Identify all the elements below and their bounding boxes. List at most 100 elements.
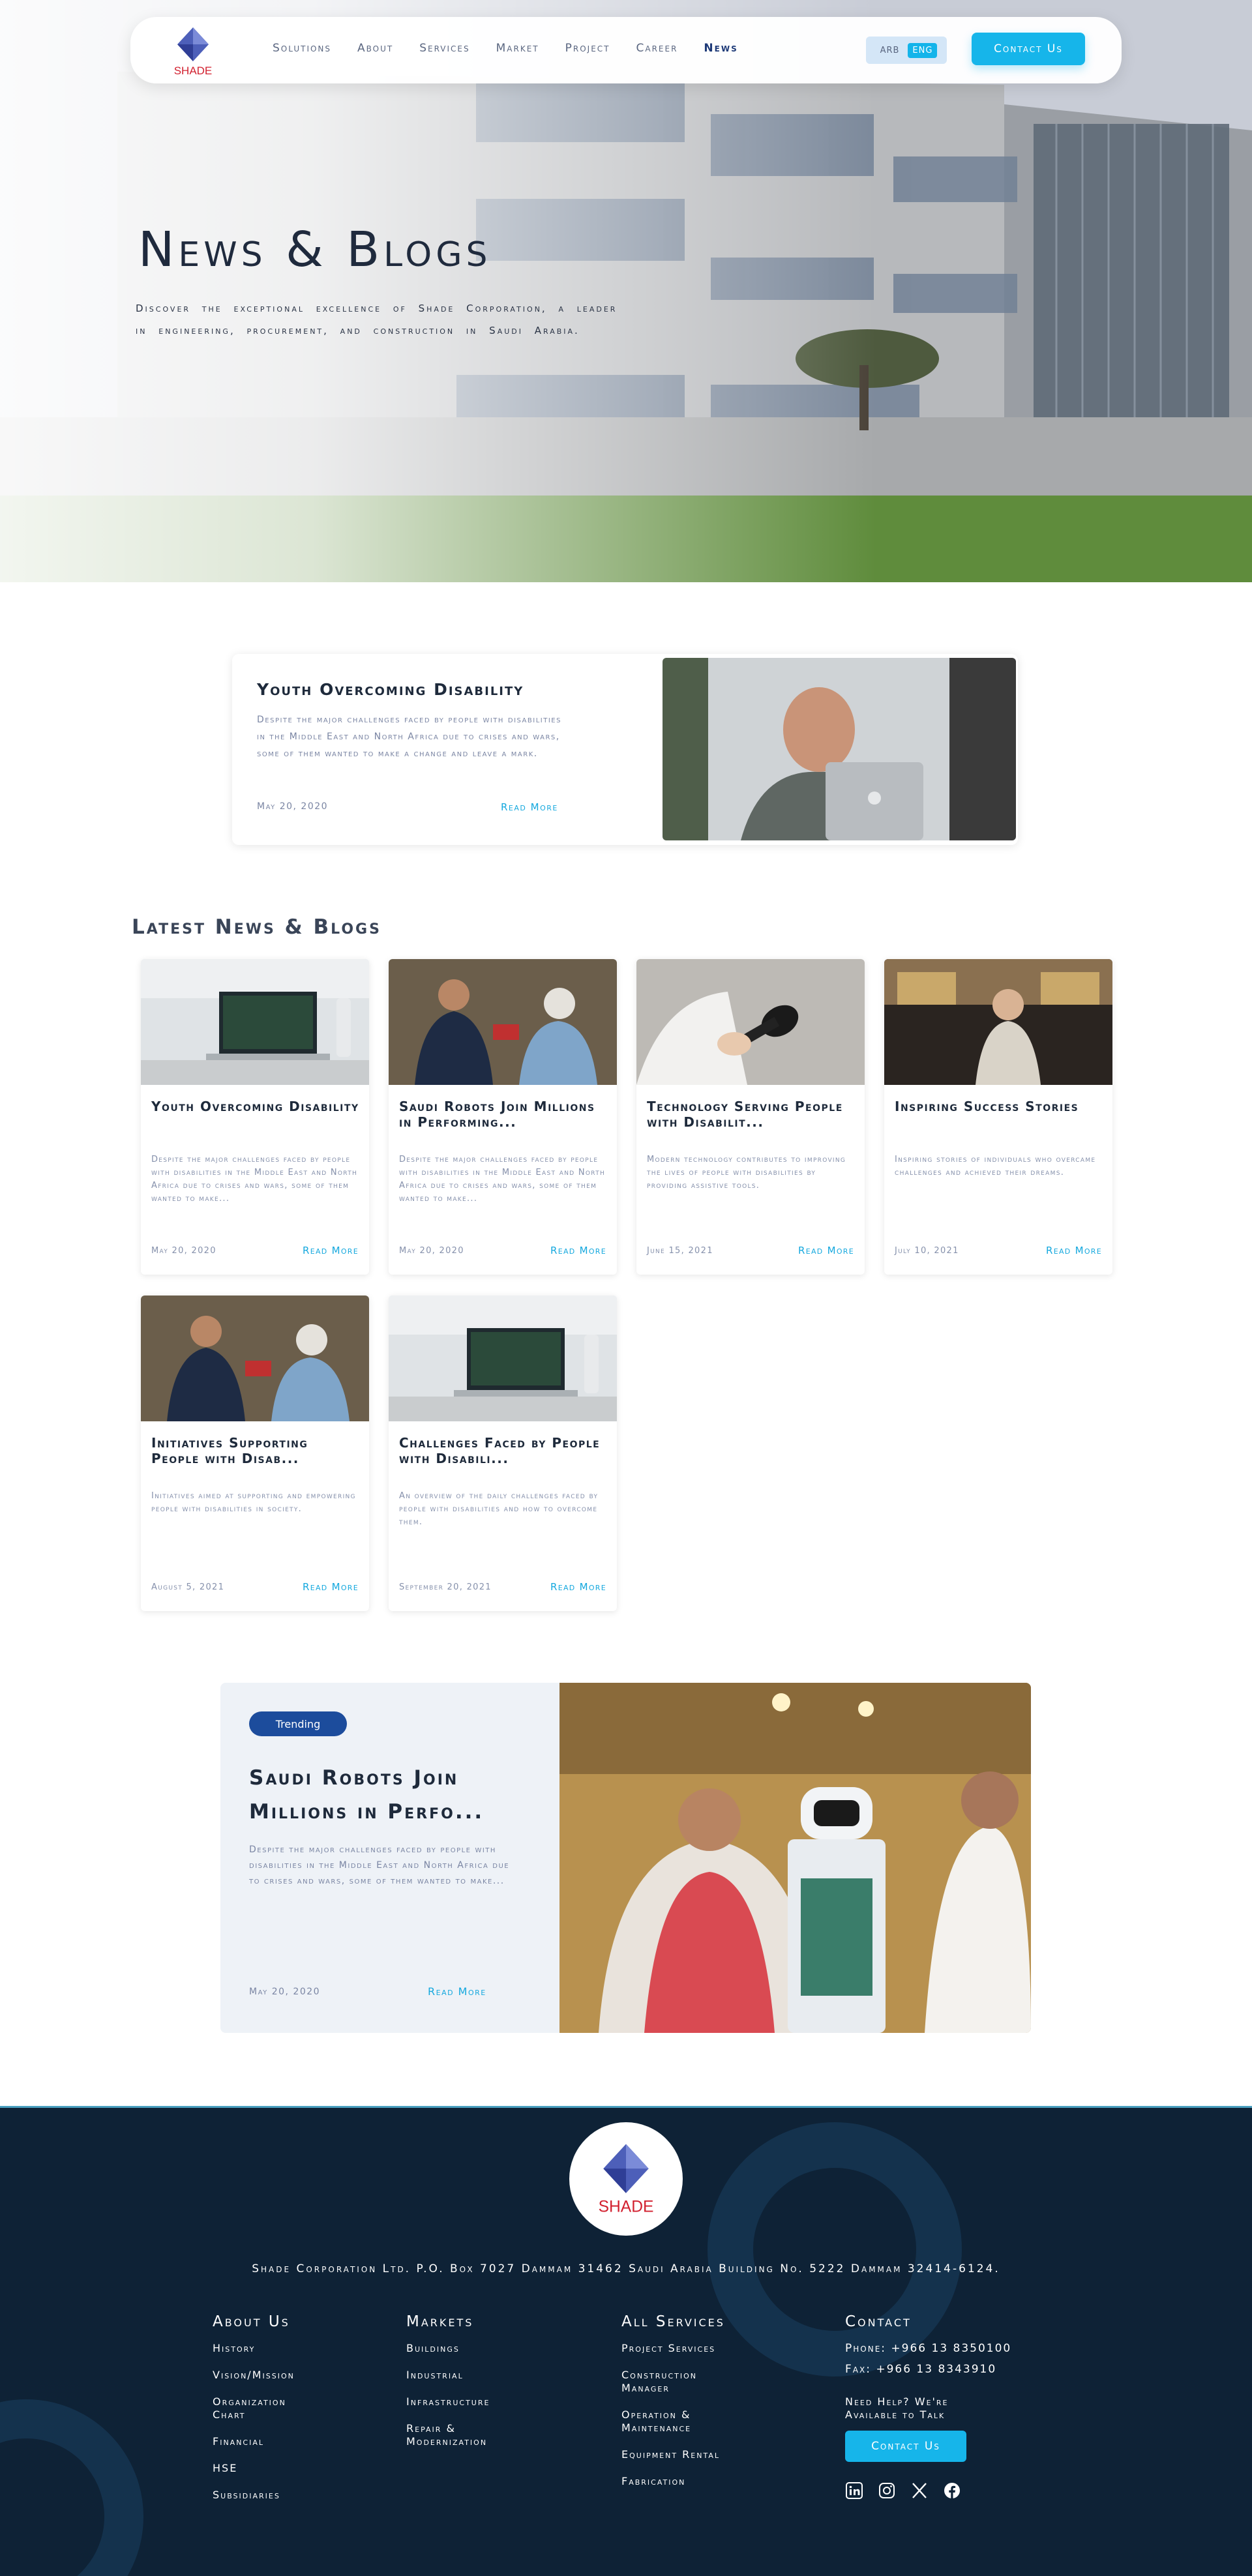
trending-date: May 20, 2020: [249, 1987, 321, 1997]
featured-description: Despite the major challenges faced by pe…: [257, 715, 561, 759]
footer-contact-heading: Contact: [845, 2313, 912, 2330]
trending-image: [559, 1683, 1031, 2033]
nav-link-market[interactable]: Market: [496, 42, 539, 55]
news-card[interactable]: Inspiring Success Stories Inspiring stor…: [884, 959, 1112, 1275]
footer-fax: Fax: +966 13 8343910: [845, 2363, 997, 2376]
footer-services-column: All Services Project Services Constructi…: [621, 2313, 732, 2502]
footer-link-repair[interactable]: Repair & Modernization: [406, 2422, 517, 2448]
news-card-title: Initiatives Supporting People with Disab…: [151, 1435, 308, 1466]
nav-contact-button[interactable]: Contact Us: [972, 33, 1085, 65]
footer-link-construction-manager[interactable]: Construction Manager: [621, 2369, 732, 2395]
news-card-description: Inspiring stories of individuals who ove…: [895, 1155, 1096, 1177]
news-card-date: July 10, 2021: [895, 1246, 959, 1256]
footer-about-heading: About Us: [213, 2313, 290, 2330]
news-card[interactable]: Youth Overcoming Disability Despite the …: [141, 959, 369, 1275]
news-card-title: Saudi Robots Join Millions in Performing…: [399, 1099, 595, 1130]
hero-subtitle: Discover the exceptional excellence of S…: [136, 303, 618, 336]
featured-read-more-link[interactable]: Read More: [501, 801, 558, 813]
news-card-title: Youth Overcoming Disability: [151, 1099, 359, 1114]
news-card-image: [636, 959, 865, 1085]
trending-article[interactable]: Trending Saudi Robots Join Millions in P…: [220, 1683, 1031, 2033]
footer-decor-ring-left: [0, 2399, 143, 2576]
news-card[interactable]: Challenges Faced by People with Disabili…: [389, 1295, 617, 1611]
news-card-read-more[interactable]: Read More: [1046, 1245, 1102, 1256]
footer-link-vision[interactable]: Vision/Mission: [213, 2369, 317, 2382]
news-card[interactable]: Initiatives Supporting People with Disab…: [141, 1295, 369, 1611]
svg-text:SHADE: SHADE: [599, 2198, 654, 2216]
news-card-read-more[interactable]: Read More: [798, 1245, 854, 1256]
news-card-description: Despite the major challenges faced by pe…: [151, 1155, 358, 1204]
news-card-read-more[interactable]: Read More: [303, 1581, 359, 1593]
footer-markets-column: Markets Buildings Industrial Infrastruct…: [406, 2313, 517, 2462]
footer-link-subsidiaries[interactable]: Subsidiaries: [213, 2489, 317, 2502]
shade-logo[interactable]: SHADE: [168, 25, 218, 78]
footer-link-history[interactable]: History: [213, 2342, 317, 2355]
trending-read-more-link[interactable]: Read More: [428, 1985, 486, 1998]
news-card-title: Challenges Faced by People with Disabili…: [399, 1435, 601, 1466]
news-card-date: June 15, 2021: [647, 1246, 713, 1256]
footer-about-column: About Us History Vision/Mission Organiza…: [213, 2313, 317, 2515]
featured-article[interactable]: Youth Overcoming Disability Despite the …: [232, 654, 1018, 845]
news-card-date: August 5, 2021: [151, 1582, 225, 1592]
lang-arb-button[interactable]: ARB: [876, 43, 904, 58]
social-links: [845, 2481, 1011, 2500]
hero-fade-overlay: [0, 0, 1252, 582]
news-card-title: Inspiring Success Stories: [895, 1099, 1079, 1114]
footer-phone[interactable]: Phone: +966 13 8350100: [845, 2342, 1011, 2355]
news-card-description: Modern technology contributes to improvi…: [647, 1155, 846, 1191]
nav-link-news[interactable]: News: [704, 42, 738, 55]
news-card-date: May 20, 2020: [151, 1246, 216, 1256]
news-card-image: [389, 1295, 617, 1421]
footer-logo[interactable]: SHADE: [569, 2122, 683, 2236]
hero-section: News & Blogs Discover the exceptional ex…: [0, 0, 1252, 582]
featured-image: [663, 658, 1016, 840]
news-card-read-more[interactable]: Read More: [550, 1245, 606, 1256]
shade-logo-icon: SHADE: [174, 27, 212, 77]
news-card-date: September 20, 2021: [399, 1582, 492, 1592]
footer-link-buildings[interactable]: Buildings: [406, 2342, 517, 2355]
news-card-image: [141, 959, 369, 1085]
news-card-description: Despite the major challenges faced by pe…: [399, 1155, 606, 1204]
nav-link-solutions[interactable]: Solutions: [273, 42, 331, 55]
news-card-read-more[interactable]: Read More: [303, 1245, 359, 1256]
news-card-date: May 20, 2020: [399, 1246, 464, 1256]
featured-date: May 20, 2020: [257, 801, 329, 812]
navbar: SHADE Solutions About Services Market Pr…: [130, 17, 1122, 83]
news-card-image: [884, 959, 1112, 1085]
footer-contact-column: Contact Phone: +966 13 8350100 Fax: +966…: [845, 2313, 1011, 2500]
news-card[interactable]: Saudi Robots Join Millions in Performing…: [389, 959, 617, 1275]
news-card[interactable]: Technology Serving People with Disabilit…: [636, 959, 865, 1275]
footer-link-equipment-rental[interactable]: Equipment Rental: [621, 2448, 732, 2461]
news-card-description: An overview of the daily challenges face…: [399, 1491, 599, 1527]
footer-address: Shade Corporation Ltd. P.O. Box 7027 Dam…: [252, 2262, 1000, 2275]
nav-link-about[interactable]: About: [357, 42, 393, 55]
footer-link-project-services[interactable]: Project Services: [621, 2342, 732, 2355]
nav-link-services[interactable]: Services: [419, 42, 470, 55]
footer-link-infrastructure[interactable]: Infrastructure: [406, 2395, 517, 2408]
news-card-image: [141, 1295, 369, 1421]
instagram-icon[interactable]: [878, 2481, 896, 2500]
footer-link-financial[interactable]: Financial: [213, 2435, 317, 2448]
page: News & Blogs Discover the exceptional ex…: [0, 0, 1252, 2576]
footer-services-heading: All Services: [621, 2313, 725, 2330]
nav-link-career[interactable]: Career: [636, 42, 678, 55]
footer-help-text: Need Help? We're Available to Talk: [845, 2395, 949, 2421]
footer-link-industrial[interactable]: Industrial: [406, 2369, 517, 2382]
footer-link-hse[interactable]: HSE: [213, 2462, 317, 2475]
shade-logo-icon: SHADE: [599, 2144, 654, 2216]
linkedin-icon[interactable]: [845, 2481, 863, 2500]
hero-title: News & Blogs: [138, 222, 492, 278]
footer-contact-button[interactable]: Contact Us: [845, 2431, 966, 2462]
footer-link-org-chart[interactable]: Organization Chart: [213, 2395, 317, 2421]
trending-title: Saudi Robots Join Millions in Perfo...: [249, 1766, 484, 1824]
nav-links: Solutions About Services Market Project …: [273, 42, 764, 55]
lang-eng-button[interactable]: ENG: [908, 42, 938, 58]
news-card-read-more[interactable]: Read More: [550, 1581, 606, 1593]
facebook-icon[interactable]: [943, 2481, 961, 2500]
news-card-title: Technology Serving People with Disabilit…: [647, 1099, 843, 1130]
nav-link-project[interactable]: Project: [565, 42, 610, 55]
footer-link-operation[interactable]: Operation & Maintenance: [621, 2408, 732, 2435]
x-icon[interactable]: [910, 2481, 929, 2500]
footer-link-fabrication[interactable]: Fabrication: [621, 2475, 732, 2488]
footer-markets-heading: Markets: [406, 2313, 474, 2330]
